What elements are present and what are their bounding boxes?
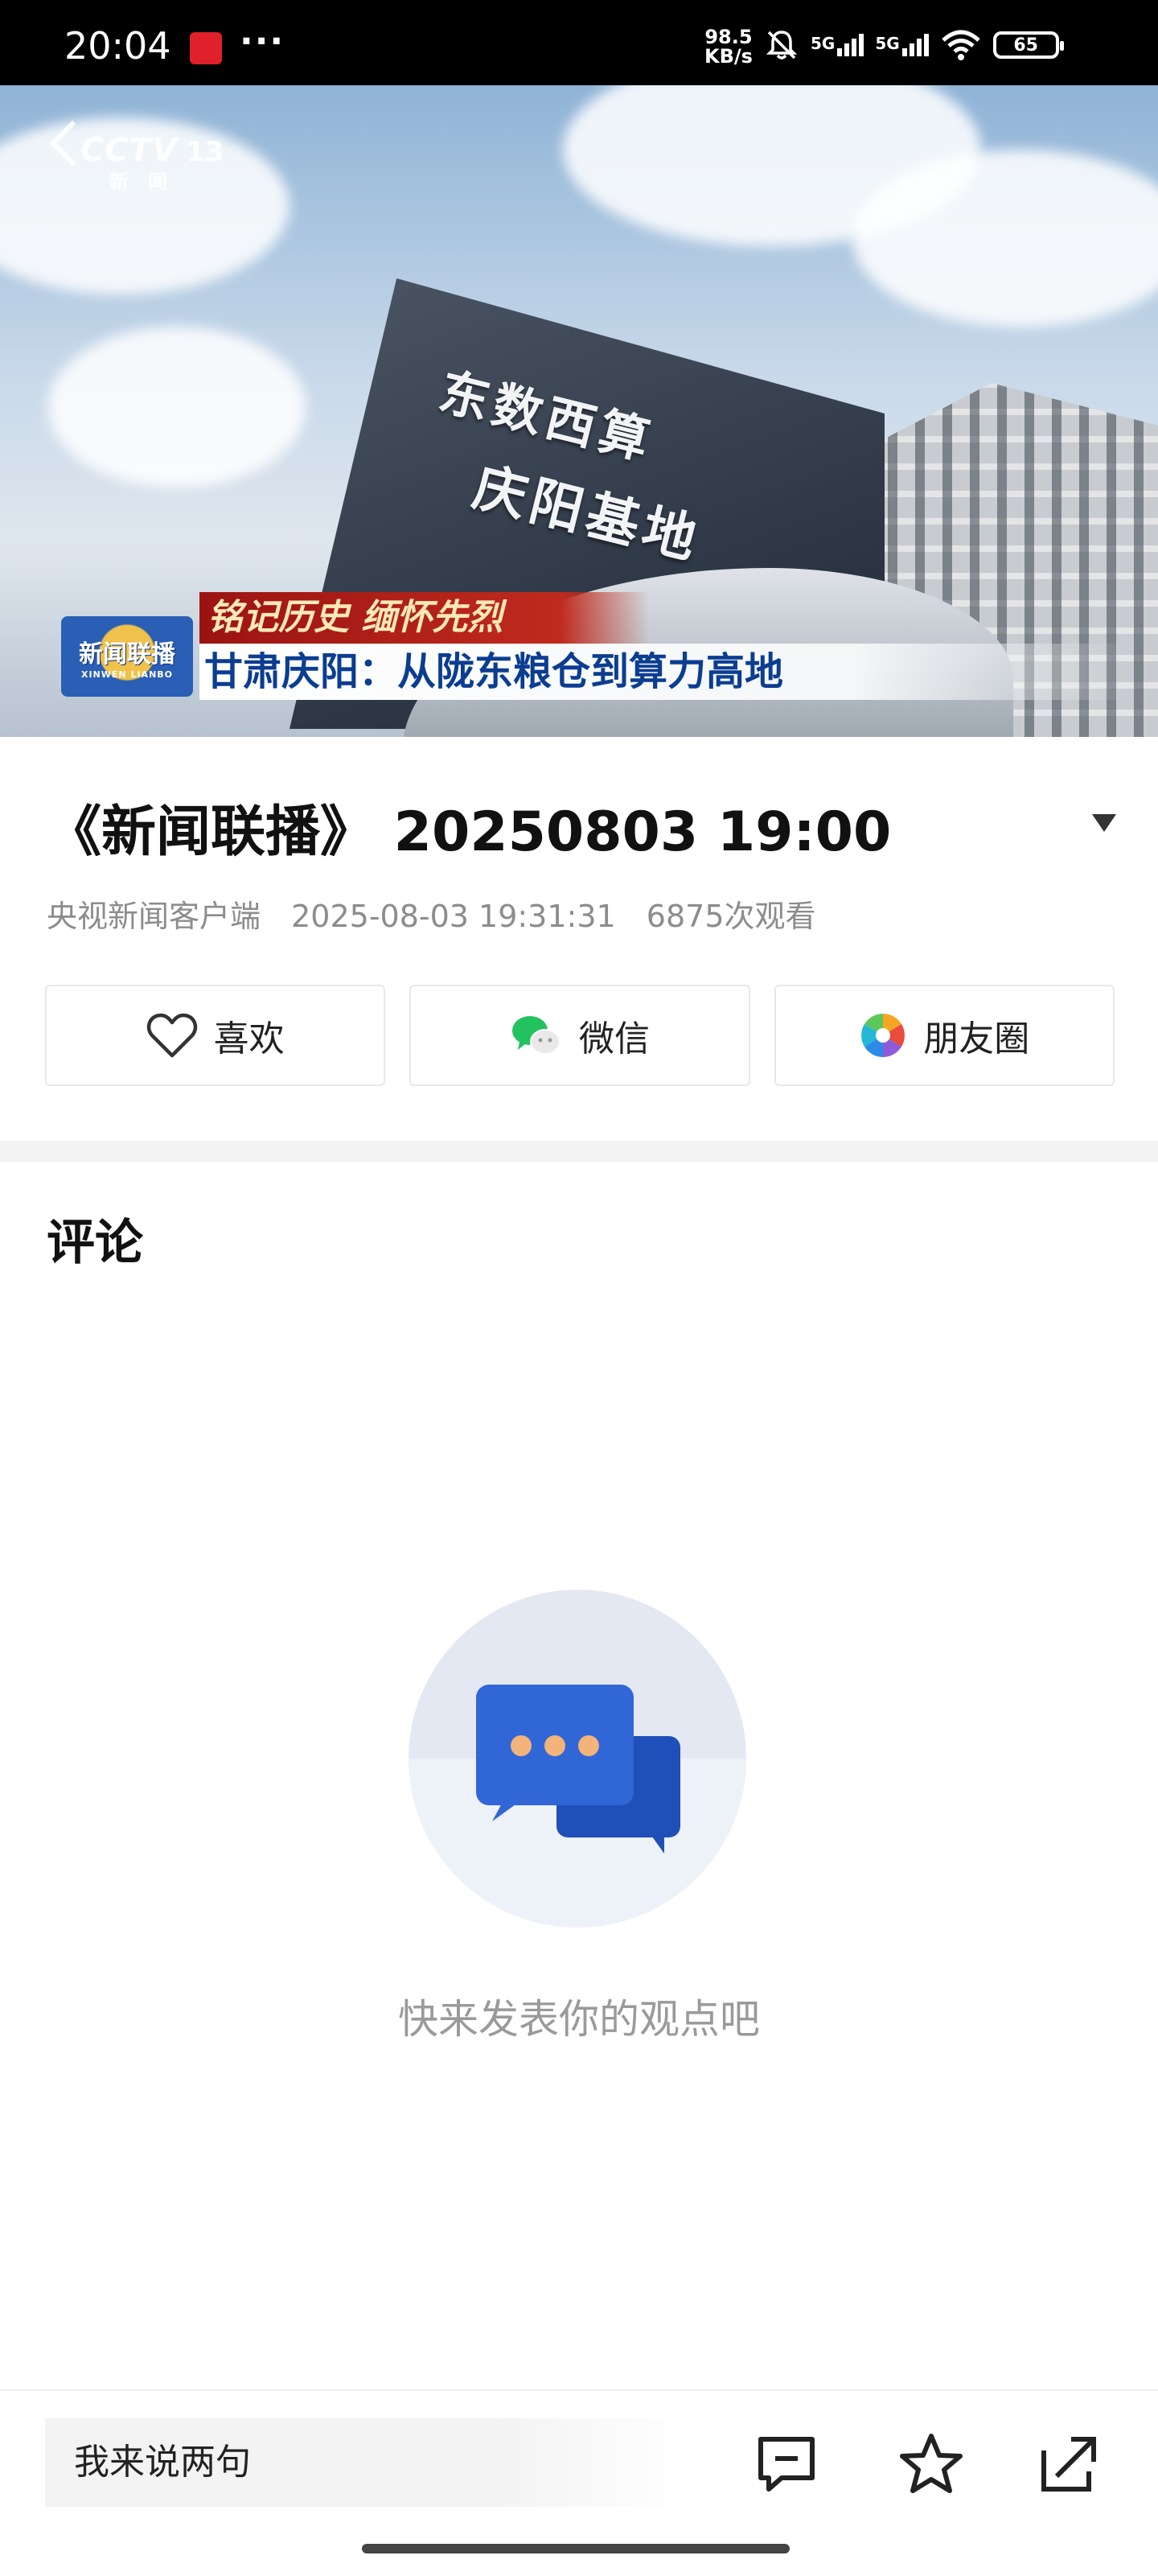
wechat-icon <box>511 1016 561 1055</box>
network-speed: 98.5 KB/s <box>704 27 753 66</box>
wifi-icon <box>942 30 980 60</box>
channel-logo: CCTV 13 新闻 <box>80 132 224 193</box>
status-bar: 20:04 ··· 98.5 KB/s 5G 5G 65 <box>0 0 1158 85</box>
wechat-share-button[interactable]: 微信 <box>409 985 750 1086</box>
like-label: 喜欢 <box>213 1018 285 1060</box>
caption-top: 铭记历史 缅怀先烈 <box>199 592 650 644</box>
moments-label: 朋友圈 <box>923 1018 1030 1060</box>
page-title: 《新闻联播》 20250803 19:00 <box>47 800 892 864</box>
status-more-icon: ··· <box>240 21 285 62</box>
share-icon[interactable] <box>1037 2431 1102 2496</box>
comments-heading: 评论 <box>47 1215 143 1271</box>
battery-icon: 65 <box>992 31 1064 59</box>
status-time: 20:04 <box>64 24 171 68</box>
comment-icon[interactable] <box>754 2431 819 2496</box>
signal-5g-2-icon: 5G <box>875 34 929 56</box>
network-speed-value: 98.5 <box>704 26 753 48</box>
bottom-bar: 我来说两句 <box>0 2389 1158 2576</box>
article-datetime: 2025-08-03 19:31:31 <box>291 899 616 934</box>
article-views: 6875次观看 <box>646 899 816 934</box>
video-player[interactable]: 东数西算 庆阳基地 CCTV 13 新闻 新闻联播 XINWEN LIANBO 铭… <box>0 85 1158 737</box>
signal-5g-1-icon: 5G <box>811 34 864 56</box>
app-notification-icon <box>190 32 222 64</box>
section-divider <box>0 1141 1158 1162</box>
battery-level: 65 <box>1013 35 1038 56</box>
action-buttons: 喜欢 微信 朋友圈 <box>45 985 1115 1086</box>
wechat-label: 微信 <box>578 1018 650 1060</box>
network-speed-unit: KB/s <box>704 45 753 68</box>
comment-input[interactable]: 我来说两句 <box>45 2418 688 2507</box>
empty-comments-text: 快来发表你的观点吧 <box>398 1996 760 2043</box>
article-source: 央视新闻客户端 <box>47 899 261 934</box>
program-logo: 新闻联播 XINWEN LIANBO <box>61 616 193 697</box>
like-button[interactable]: 喜欢 <box>45 985 386 1086</box>
star-icon[interactable] <box>899 2431 963 2496</box>
caption-main: 甘肃庆阳：从陇东粮仓到算力高地 <box>199 644 1132 700</box>
empty-comments-illustration <box>409 1590 746 1928</box>
heart-icon <box>146 1013 197 1058</box>
moments-share-button[interactable]: 朋友圈 <box>774 985 1115 1086</box>
status-icons: 5G 5G 65 <box>764 24 1064 66</box>
moments-icon <box>861 1014 905 1057</box>
article-meta: 央视新闻客户端 2025-08-03 19:31:31 6875次观看 <box>47 891 837 936</box>
home-indicator[interactable] <box>362 2544 790 2553</box>
expand-triangle-icon[interactable] <box>1092 814 1116 832</box>
mute-bell-icon <box>766 31 798 60</box>
